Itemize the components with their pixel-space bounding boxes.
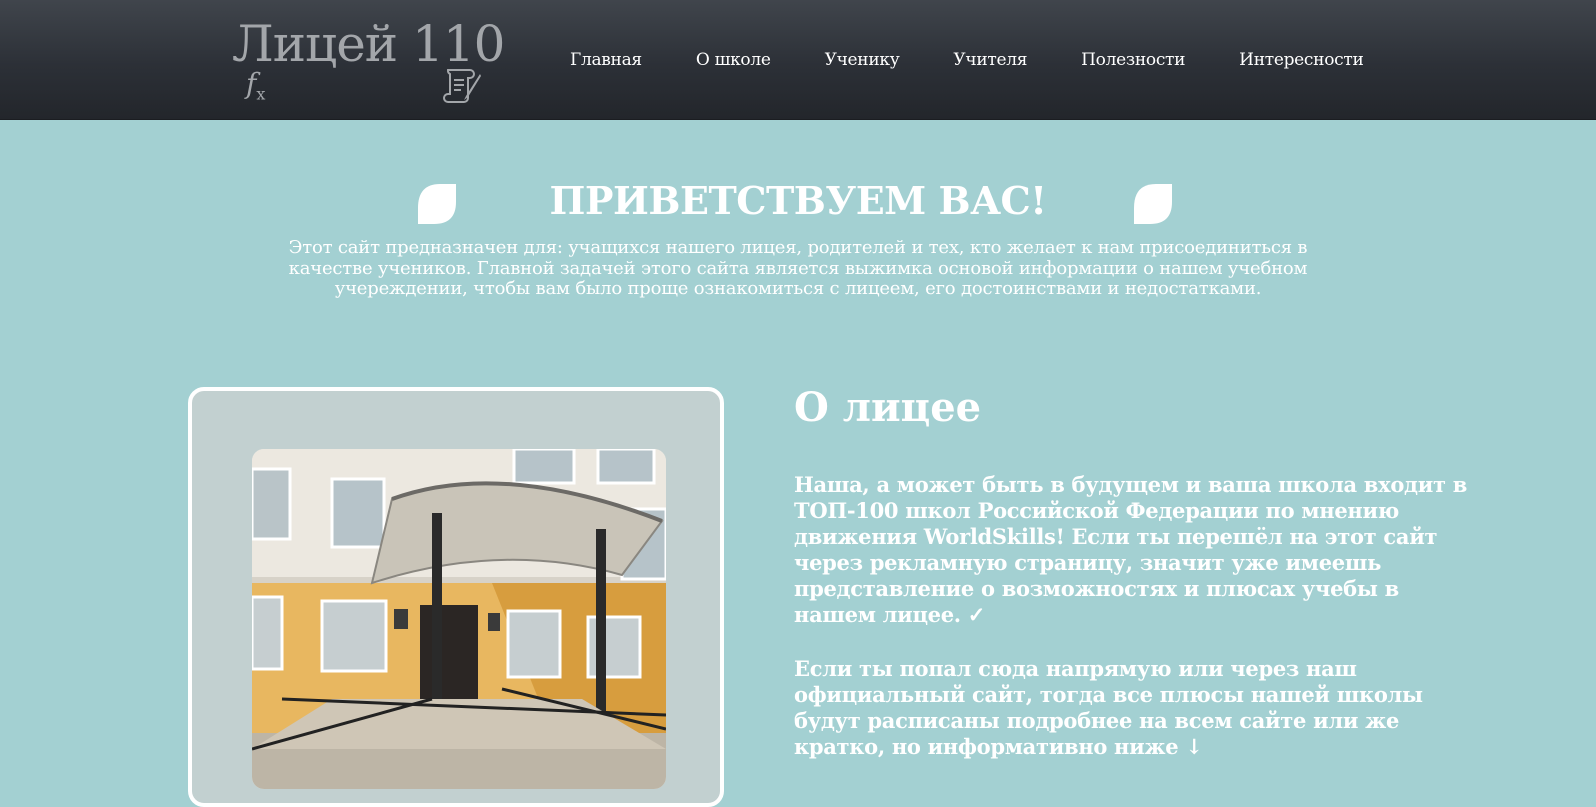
welcome-description: Этот сайт предназначен для: учащихся наш… [288,237,1308,299]
logo-text: Лицей 110 [232,15,505,73]
nav-item-interesting[interactable]: Интересности [1239,50,1364,70]
scroll-quill-icon [443,69,481,103]
logo-fx-sub: x [256,84,266,104]
about-title: О лицее [794,384,982,431]
welcome-title: ПРИВЕТСТВУЕМ ВАС! [549,178,1047,223]
nav-item-useful[interactable]: Полезности [1081,50,1185,70]
logo-fx-letter: f [246,67,257,100]
site-header: Лицей 110 fx Главная О школе Ученику Учи… [0,0,1596,120]
nav-item-student[interactable]: Ученику [825,50,900,70]
about-paragraph-2: Если ты попал сюда напрямую или через на… [794,656,1423,759]
nav-item-teachers[interactable]: Учителя [953,50,1027,70]
site-logo[interactable]: Лицей 110 fx [232,14,505,106]
main-nav: Главная О школе Ученику Учителя Полезнос… [570,0,1417,119]
about-paragraph-1: Наша, а может быть в будущем и ваша школ… [794,472,1468,627]
school-photo-card [188,387,724,807]
school-building-image [252,449,666,789]
nav-item-about-school[interactable]: О школе [696,50,771,70]
school-building-photo [252,449,666,789]
leaf-icon [1134,184,1172,224]
nav-item-home[interactable]: Главная [570,50,642,70]
fx-icon: fx [246,69,265,110]
